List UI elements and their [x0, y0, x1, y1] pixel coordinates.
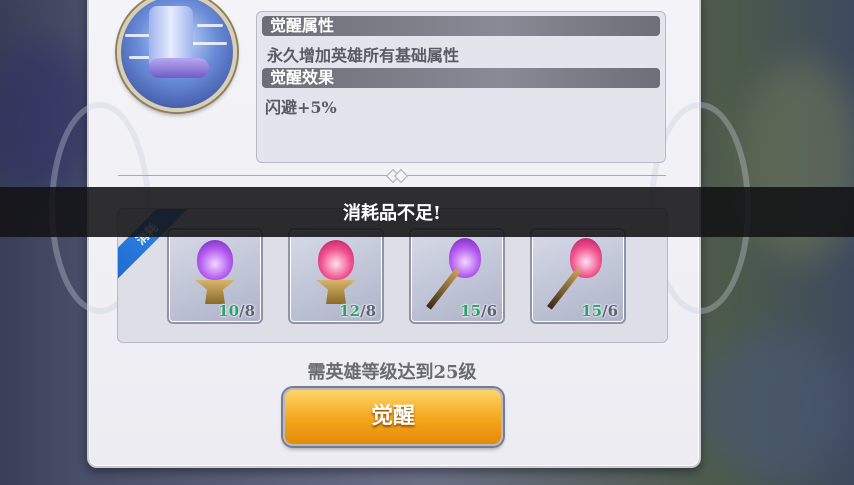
awaken-button[interactable]: 觉醒	[283, 388, 503, 446]
attribute-text: 永久增加英雄所有基础属性	[267, 46, 460, 65]
cost-item-slot[interactable]: 12/8	[288, 228, 384, 324]
item-count: 15/6	[581, 302, 618, 320]
item-count: 15/6	[460, 302, 497, 320]
item-count: 10/8	[218, 302, 255, 320]
level-requirement-text: 需英雄等级达到25级	[307, 362, 477, 383]
boot-icon	[149, 6, 193, 66]
purple-flame-brazier-icon	[197, 240, 233, 280]
background-blob	[700, 330, 850, 480]
cost-item-slot[interactable]: 15/6	[409, 228, 505, 324]
cost-item-slot[interactable]: 15/6	[530, 228, 626, 324]
attribute-header: 觉醒属性	[262, 16, 660, 36]
item-count: 12/8	[339, 302, 376, 320]
pink-flame-brazier-icon	[318, 240, 354, 280]
awaken-info-box: 觉醒属性 永久增加英雄所有基础属性 觉醒效果 闪避+5%	[256, 11, 666, 163]
cost-item-slot[interactable]: 10/8	[167, 228, 263, 324]
toast-message: 消耗品不足!	[343, 203, 441, 224]
effect-text: 闪避+5%	[265, 98, 337, 117]
toast-notification: 消耗品不足!	[0, 187, 854, 237]
effect-header: 觉醒效果	[262, 68, 660, 88]
